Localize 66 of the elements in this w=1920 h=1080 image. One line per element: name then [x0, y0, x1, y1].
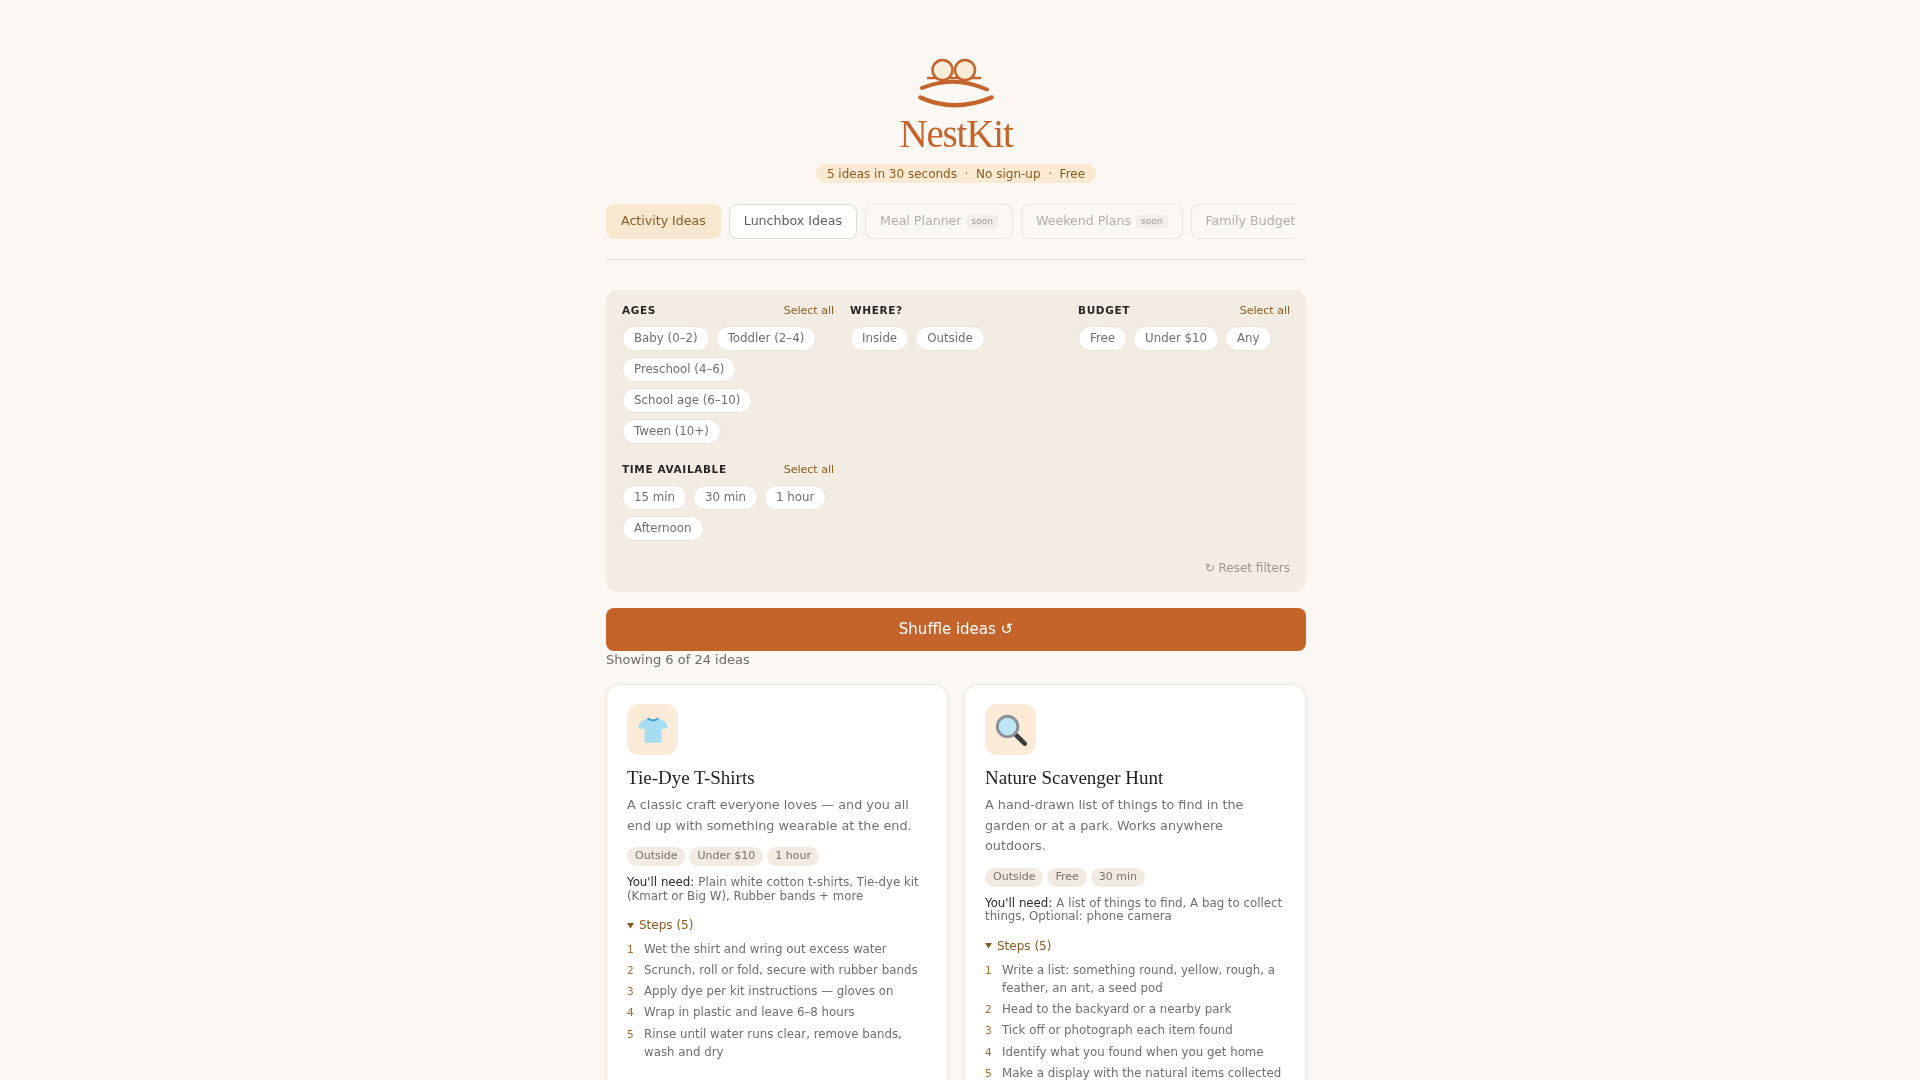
magnifier-icon	[985, 704, 1036, 755]
step-text: Scrunch, roll or fold, secure with rubber bands	[644, 962, 918, 980]
step-number: 2	[627, 963, 635, 979]
step-text: Apply dye per kit instructions — gloves on	[644, 983, 894, 1001]
card-title: Tie-Dye T-Shirts	[627, 766, 756, 790]
tagline-badge: 5 ideas in 30 seconds · No sign-up · Free	[815, 164, 1097, 183]
step-number: 3	[627, 984, 635, 1000]
needs-text: You'll need: A list of things to find, A bag to collect things, Optional: phone camera	[985, 896, 1284, 924]
card-tag: Outside	[985, 867, 1044, 887]
step-number: 1	[627, 942, 635, 958]
filter-chip[interactable]: Outside	[915, 326, 985, 351]
shuffle-button[interactable]: Shuffle ideas ↺	[606, 608, 1306, 651]
filter-chip[interactable]: Under $10	[1133, 326, 1220, 351]
filter-chip[interactable]: Any	[1225, 326, 1272, 351]
step-text: Head to the backyard or a nearby park	[1002, 1001, 1232, 1019]
card-tag: 1 hour	[767, 847, 819, 866]
status-tag: soon	[966, 215, 998, 228]
card-tag: 30 min	[1090, 867, 1146, 887]
step-text: Rinse until water runs clear, remove bands, wash and dry	[644, 1025, 903, 1062]
select-all-link[interactable]: Select all	[783, 461, 834, 479]
steps-toggle[interactable]: Steps (5)	[627, 916, 694, 935]
steps-toggle[interactable]: Steps (5)	[985, 936, 1052, 955]
needs-text: You'll need: Plain white cotton t-shirts, Tie-dye kit (Kmart or Big W), Rubber bands + more	[627, 876, 920, 904]
step-text: Identify what you found when you get home	[1002, 1043, 1264, 1061]
filter-heading: TIME AVAILABLE	[622, 462, 727, 478]
step-text: Wet the shirt and wring out excess water	[644, 941, 887, 959]
card-description: A hand-drawn list of things to find in the garden or at a park. Works anywhere outdoors.	[985, 796, 1245, 855]
tab[interactable]: Lunchbox Ideas	[728, 204, 857, 239]
step-text: Make a display with the natural items collected	[1002, 1064, 1282, 1080]
filter-chip[interactable]: 1 hour	[764, 485, 827, 510]
card-tag: Outside	[627, 847, 686, 866]
step-text: Wrap in plastic and leave 6–8 hours	[644, 1004, 855, 1022]
step-number: 5	[627, 1026, 635, 1042]
card-description: A classic craft everyone loves — and you all end up with something wearable at the end.	[627, 796, 913, 835]
step-text: Write a list: something round, yellow, rough, a feather, an ant, a seed pod	[1002, 961, 1277, 998]
step-number: 2	[985, 1002, 993, 1018]
select-all-link[interactable]: Select all	[1239, 302, 1290, 320]
results-count: Showing 6 of 24 ideas	[606, 652, 750, 668]
app-title: NestKit	[899, 112, 1013, 156]
logo-icon	[918, 58, 994, 108]
filter-heading: WHERE?	[850, 303, 903, 319]
filter-chip[interactable]: School age (6–10)	[622, 388, 753, 413]
card-tag: Free	[1047, 867, 1087, 887]
step-number: 4	[985, 1044, 993, 1060]
status-tag: soon	[1136, 215, 1168, 228]
filter-chip[interactable]: Afternoon	[622, 516, 704, 541]
filter-chip[interactable]: Toddler (2–4)	[715, 326, 817, 351]
filter-chip[interactable]: Tween (10+)	[622, 419, 721, 444]
select-all-link[interactable]: Select all	[783, 302, 834, 320]
step-number: 3	[985, 1023, 993, 1039]
filter-chip[interactable]: 15 min	[622, 485, 687, 510]
filter-chip[interactable]: 30 min	[693, 485, 759, 510]
card-tag: Under $10	[689, 847, 764, 866]
filter-chip[interactable]: Free	[1078, 326, 1128, 351]
filter-heading: AGES	[622, 303, 656, 319]
filter-chip[interactable]: Baby (0–2)	[622, 326, 710, 351]
filter-chip[interactable]: Inside	[850, 326, 910, 351]
card-title: Nature Scavenger Hunt	[985, 766, 1165, 790]
step-text: Tick off or photograph each item found	[1002, 1022, 1233, 1040]
tab[interactable]: Activity Ideas	[606, 204, 721, 239]
filter-heading: BUDGET	[1078, 303, 1130, 319]
step-number: 4	[627, 1005, 635, 1021]
tshirt-icon	[627, 704, 678, 755]
step-number: 5	[985, 1065, 993, 1080]
step-number: 1	[985, 962, 993, 978]
filter-chip[interactable]: Preschool (4–6)	[622, 357, 737, 382]
